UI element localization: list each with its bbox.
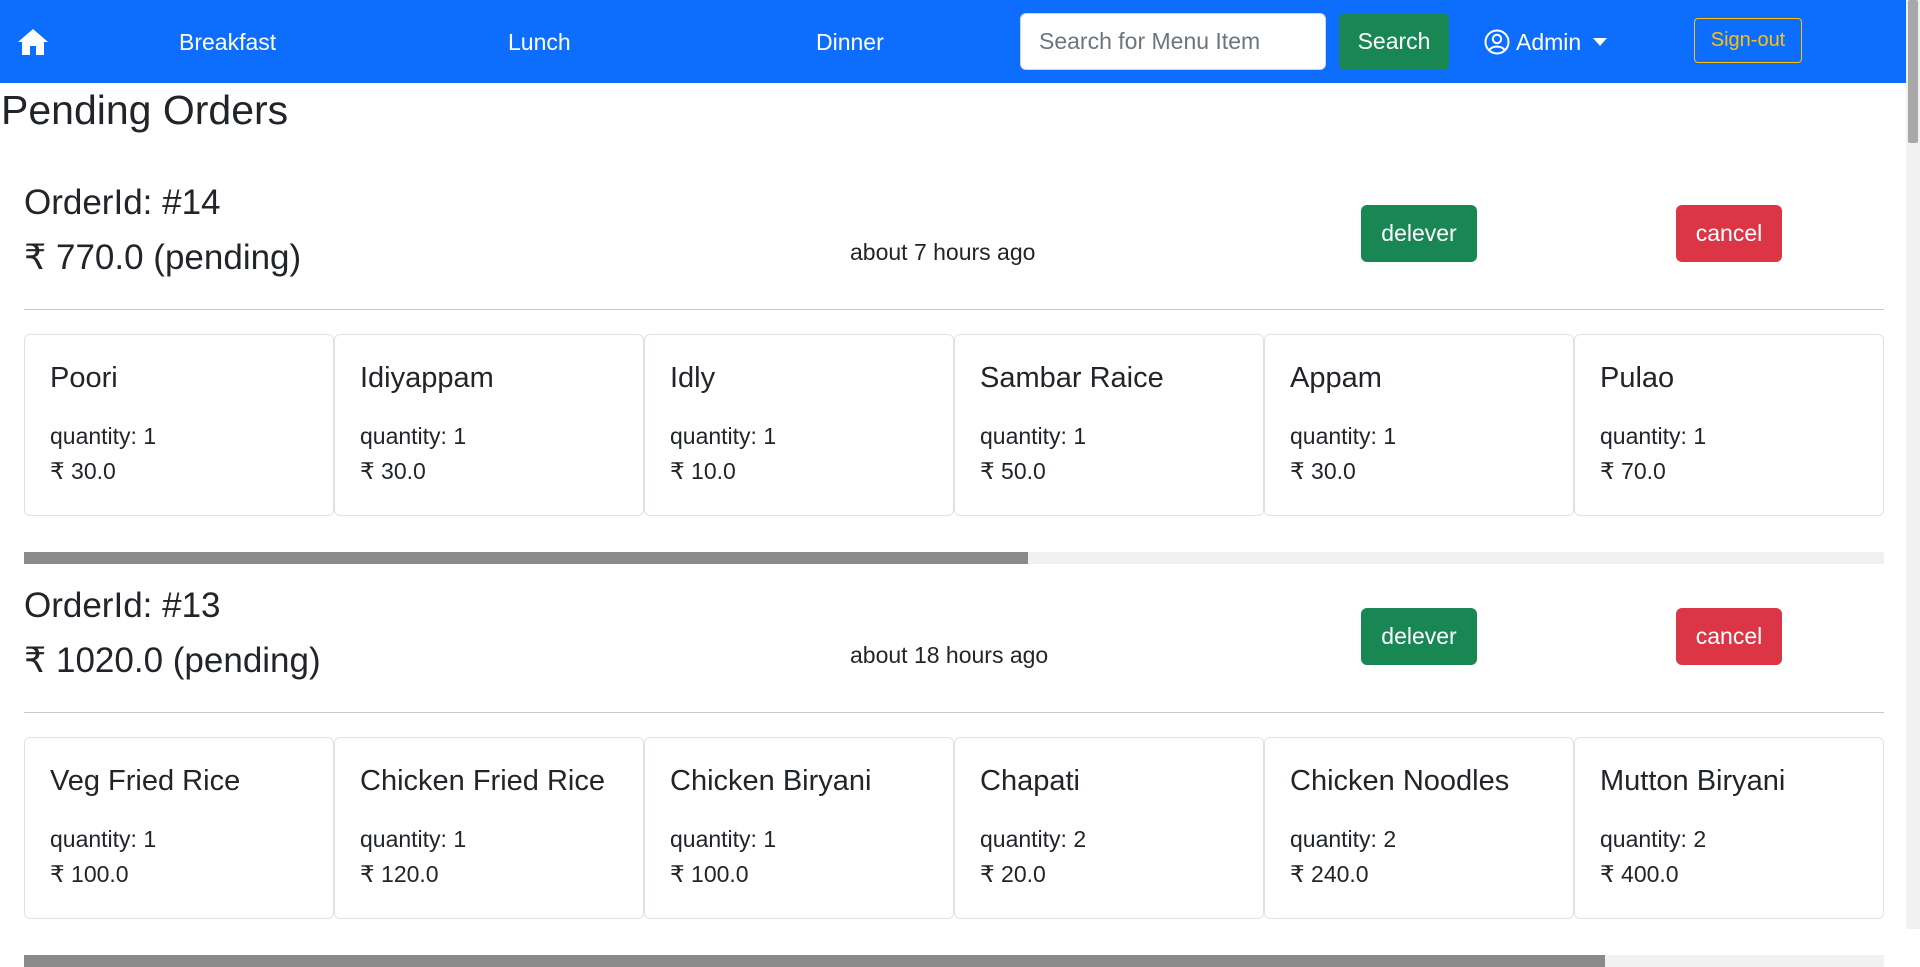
deliver-button[interactable]: delever: [1361, 205, 1477, 262]
scrollbar-thumb[interactable]: [24, 552, 1029, 564]
cancel-button[interactable]: cancel: [1676, 205, 1782, 262]
item-quantity: quantity: 1: [670, 826, 777, 852]
item-name: Chapati: [980, 765, 1080, 797]
item-quantity: quantity: 2: [1600, 826, 1707, 852]
scrollbar-thumb[interactable]: [1908, 0, 1918, 143]
item-price: ₹ 30.0: [50, 458, 116, 484]
home-icon[interactable]: [17, 27, 49, 57]
order-id: OrderId: #13: [24, 586, 221, 625]
item-card: Chicken Biryani quantity: 1 ₹ 100.0: [644, 737, 954, 919]
admin-label: Admin: [1516, 28, 1582, 55]
order-total: ₹ 1020.0 (pending): [24, 641, 321, 680]
item-quantity: quantity: 1: [360, 423, 467, 449]
item-name: Appam: [1290, 362, 1382, 394]
item-quantity: quantity: 1: [670, 423, 777, 449]
item-price: ₹ 20.0: [980, 861, 1046, 887]
item-card: Pulao quantity: 1 ₹ 70.0: [1574, 334, 1884, 516]
item-price: ₹ 120.0: [360, 861, 439, 887]
nav-link-breakfast[interactable]: Breakfast: [179, 27, 276, 57]
user-circle-icon: [1484, 29, 1510, 55]
divider: [24, 309, 1884, 310]
item-quantity: quantity: 1: [1290, 423, 1397, 449]
search-button[interactable]: Search: [1339, 13, 1449, 70]
search-input[interactable]: [1020, 13, 1326, 70]
horizontal-scrollbar[interactable]: [24, 955, 1884, 967]
order-time: about 18 hours ago: [850, 642, 1049, 668]
item-name: Veg Fried Rice: [50, 765, 241, 797]
item-price: ₹ 30.0: [1290, 458, 1356, 484]
admin-dropdown[interactable]: Admin: [1484, 26, 1608, 58]
item-price: ₹ 240.0: [1290, 861, 1369, 887]
cancel-button[interactable]: cancel: [1676, 608, 1782, 665]
item-card: Chicken Noodles quantity: 2 ₹ 240.0: [1264, 737, 1574, 919]
order-items-row[interactable]: Veg Fried Rice quantity: 1 ₹ 100.0 Chick…: [24, 737, 1884, 919]
item-card: Chapati quantity: 2 ₹ 20.0: [954, 737, 1264, 919]
item-price: ₹ 100.0: [50, 861, 129, 887]
nav-link-dinner[interactable]: Dinner: [816, 27, 884, 57]
item-name: Chicken Biryani: [670, 765, 872, 797]
order-id: OrderId: #14: [24, 183, 221, 222]
item-quantity: quantity: 1: [50, 423, 157, 449]
item-name: Sambar Raice: [980, 362, 1164, 394]
item-quantity: quantity: 1: [1600, 423, 1707, 449]
nav-link-lunch[interactable]: Lunch: [508, 27, 571, 57]
page-scrollbar[interactable]: [1906, 0, 1920, 929]
item-name: Idly: [670, 362, 716, 394]
item-card: Veg Fried Rice quantity: 1 ₹ 100.0: [24, 737, 334, 919]
item-name: Chicken Fried Rice: [360, 765, 605, 797]
item-quantity: quantity: 1: [360, 826, 467, 852]
item-card: Sambar Raice quantity: 1 ₹ 50.0: [954, 334, 1264, 516]
deliver-button[interactable]: delever: [1361, 608, 1477, 665]
item-price: ₹ 10.0: [670, 458, 736, 484]
item-quantity: quantity: 1: [50, 826, 157, 852]
item-name: Pulao: [1600, 362, 1675, 394]
item-price: ₹ 400.0: [1600, 861, 1679, 887]
horizontal-scrollbar[interactable]: [24, 552, 1884, 564]
item-quantity: quantity: 2: [1290, 826, 1397, 852]
item-card: Appam quantity: 1 ₹ 30.0: [1264, 334, 1574, 516]
item-price: ₹ 30.0: [360, 458, 426, 484]
top-navbar: Breakfast Lunch Dinner Search Admin Sign…: [0, 0, 1906, 83]
chevron-down-icon: [1593, 38, 1608, 46]
scrollbar-thumb[interactable]: [24, 955, 1605, 967]
order-total: ₹ 770.0 (pending): [24, 238, 302, 277]
item-price: ₹ 100.0: [670, 861, 749, 887]
order-card: OrderId: #14 ₹ 770.0 (pending) about 7 h…: [24, 181, 1884, 564]
item-card: Idly quantity: 1 ₹ 10.0: [644, 334, 954, 516]
order-time: about 7 hours ago: [850, 239, 1036, 265]
item-card: Poori quantity: 1 ₹ 30.0: [24, 334, 334, 516]
order-items-row[interactable]: Poori quantity: 1 ₹ 30.0 Idiyappam quant…: [24, 334, 1884, 516]
item-name: Chicken Noodles: [1290, 765, 1510, 797]
item-card: Mutton Biryani quantity: 2 ₹ 400.0: [1574, 737, 1884, 919]
item-name: Idiyappam: [360, 362, 494, 394]
item-quantity: quantity: 2: [980, 826, 1087, 852]
item-name: Mutton Biryani: [1600, 765, 1786, 797]
item-card: Idiyappam quantity: 1 ₹ 30.0: [334, 334, 644, 516]
item-card: Chicken Fried Rice quantity: 1 ₹ 120.0: [334, 737, 644, 919]
item-name: Poori: [50, 362, 118, 394]
order-card: OrderId: #13 ₹ 1020.0 (pending) about 18…: [24, 584, 1884, 967]
divider: [24, 712, 1884, 713]
sign-out-button[interactable]: Sign-out: [1694, 18, 1802, 63]
item-quantity: quantity: 1: [980, 423, 1087, 449]
item-price: ₹ 50.0: [980, 458, 1046, 484]
item-price: ₹ 70.0: [1600, 458, 1666, 484]
page-title: Pending Orders: [1, 87, 289, 133]
